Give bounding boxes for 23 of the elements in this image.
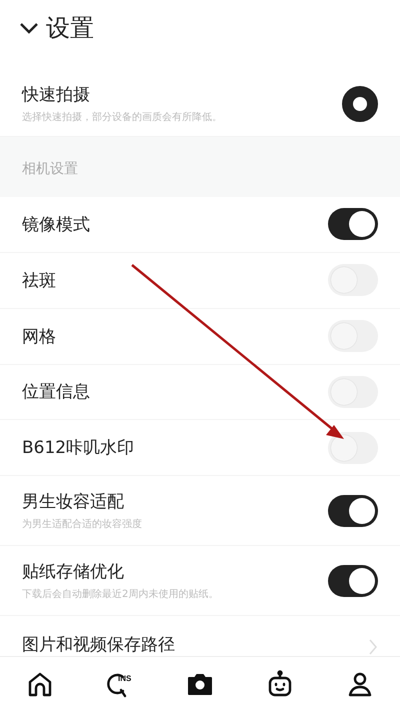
- page-title: 设置: [46, 13, 94, 44]
- setting-label: 位置信息: [22, 381, 90, 404]
- setting-label: 贴纸存储优化: [22, 561, 125, 584]
- setting-label: B612咔叽水印: [22, 437, 134, 460]
- setting-description: 下载后会自动删除最近2周内未使用的贴纸。: [22, 588, 218, 602]
- setting-label: 男生妆容适配: [22, 491, 125, 514]
- setting-label[interactable]: 图片和视频保存路径: [22, 633, 175, 656]
- setting-description: 为男生适配合适的妆容强度: [22, 518, 142, 532]
- setting-label: 快速拍摄: [22, 84, 91, 106]
- radio-button[interactable]: [342, 86, 378, 122]
- toggle-switch[interactable]: [328, 208, 378, 240]
- toggle-switch[interactable]: [328, 564, 378, 597]
- setting-label: 镜像模式: [22, 214, 90, 236]
- setting-description: 选择快速拍摄，部分设备的画质会有所降低。: [22, 110, 222, 124]
- toggle-switch[interactable]: [328, 264, 378, 296]
- section-title: 相机设置: [22, 160, 78, 178]
- chevron-right-icon: [368, 638, 378, 656]
- toggle-switch[interactable]: [328, 432, 378, 464]
- toggle-switch[interactable]: [328, 494, 378, 527]
- toggle-switch[interactable]: [328, 376, 378, 408]
- toggle-switch[interactable]: [328, 320, 378, 352]
- setting-label: 网格: [22, 326, 56, 348]
- setting-label: 祛斑: [22, 270, 56, 292]
